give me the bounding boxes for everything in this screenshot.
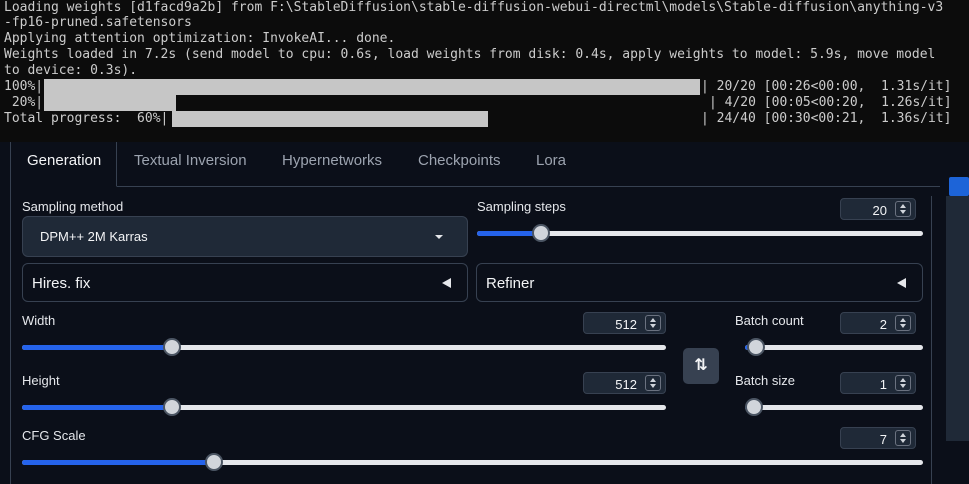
slider-handle[interactable] xyxy=(531,224,550,242)
batch-size-value: 1 xyxy=(879,377,887,392)
batch-count-input[interactable]: 2 xyxy=(840,312,916,334)
batch-count-slider[interactable] xyxy=(745,338,923,358)
sampling-method-dropdown[interactable]: DPM++ 2M Karras xyxy=(22,216,468,257)
cfg-scale-input[interactable]: 7 xyxy=(840,427,916,449)
height-value: 512 xyxy=(615,377,637,392)
sampling-steps-slider[interactable] xyxy=(477,224,923,244)
width-value: 512 xyxy=(615,317,637,332)
collapse-arrow-icon xyxy=(442,278,451,288)
stepper-icon[interactable] xyxy=(895,201,911,217)
batch-size-input[interactable]: 1 xyxy=(840,372,916,394)
chevron-down-icon xyxy=(435,235,443,239)
cfg-scale-value: 7 xyxy=(879,432,887,447)
progress-prefix: 100%| xyxy=(4,79,44,94)
batch-count-label: Batch count xyxy=(735,313,804,328)
batch-count-value: 2 xyxy=(879,317,887,332)
swap-dimensions-button[interactable]: ⇅ xyxy=(683,348,719,384)
tab-bar: Generation Textual Inversion Hypernetwor… xyxy=(10,142,940,187)
progress-stats: | 20/20 [00:26<00:00, 1.31s/it] xyxy=(701,79,952,94)
refiner-title: Refiner xyxy=(486,275,535,292)
stepper-icon[interactable] xyxy=(645,315,661,331)
slider-handle[interactable] xyxy=(163,338,182,356)
progress-bar xyxy=(44,95,176,111)
console-line: Weights loaded in 7.2s (send model to cp… xyxy=(4,47,936,62)
progress-stats: | 4/20 [00:05<00:20, 1.26s/it] xyxy=(709,95,952,110)
progress-prefix: Total progress: 60%| xyxy=(4,111,169,126)
slider-handle[interactable] xyxy=(745,398,763,416)
tab-generation[interactable]: Generation xyxy=(10,142,117,187)
panel-border xyxy=(10,186,11,484)
hires-fix-title: Hires. fix xyxy=(32,275,91,292)
stepper-icon[interactable] xyxy=(645,375,661,391)
side-panel-scrollbar[interactable] xyxy=(946,196,969,441)
height-label: Height xyxy=(22,373,60,388)
slider-handle[interactable] xyxy=(746,338,765,356)
width-label: Width xyxy=(22,313,56,328)
batch-size-slider[interactable] xyxy=(745,398,923,418)
sampling-steps-input[interactable]: 20 xyxy=(840,198,916,220)
progress-bar xyxy=(172,111,488,127)
refiner-accordion[interactable]: Refiner xyxy=(476,263,923,302)
slider-handle[interactable] xyxy=(163,398,182,416)
sampling-steps-value: 20 xyxy=(872,203,887,218)
batch-size-label: Batch size xyxy=(735,373,795,388)
width-input[interactable]: 512 xyxy=(583,312,666,334)
tab-checkpoints[interactable]: Checkpoints xyxy=(402,142,517,186)
height-slider[interactable] xyxy=(22,398,666,418)
console-line: Applying attention optimization: InvokeA… xyxy=(4,31,396,46)
hires-fix-accordion[interactable]: Hires. fix xyxy=(22,263,468,302)
stepper-icon[interactable] xyxy=(895,430,911,446)
sampling-method-label: Sampling method xyxy=(22,199,124,214)
progress-bar xyxy=(44,79,700,95)
console-line: Loading weights [d1facd9a2b] from F:\Sta… xyxy=(4,0,944,15)
sampling-steps-label: Sampling steps xyxy=(477,199,566,214)
tab-hypernetworks[interactable]: Hypernetworks xyxy=(266,142,398,186)
sampling-method-value: DPM++ 2M Karras xyxy=(40,229,148,244)
collapse-arrow-icon xyxy=(897,278,906,288)
scrollbar-thumb[interactable] xyxy=(949,177,969,196)
slider-handle[interactable] xyxy=(204,453,223,471)
tab-lora[interactable]: Lora xyxy=(520,142,582,186)
panel-divider xyxy=(931,196,932,484)
progress-prefix: 20%| xyxy=(4,95,44,110)
console-line: to device: 0.3s). xyxy=(4,63,138,78)
tab-textual-inversion[interactable]: Textual Inversion xyxy=(118,142,263,186)
stepper-icon[interactable] xyxy=(895,315,911,331)
stepper-icon[interactable] xyxy=(895,375,911,391)
cfg-scale-label: CFG Scale xyxy=(22,428,86,443)
width-slider[interactable] xyxy=(22,338,666,358)
cfg-scale-slider[interactable] xyxy=(22,453,923,473)
console-line: -fp16-pruned.safetensors xyxy=(4,15,192,30)
height-input[interactable]: 512 xyxy=(583,372,666,394)
progress-stats: | 24/40 [00:30<00:21, 1.36s/it] xyxy=(701,111,952,126)
console-output: Loading weights [d1facd9a2b] from F:\Sta… xyxy=(0,0,969,142)
